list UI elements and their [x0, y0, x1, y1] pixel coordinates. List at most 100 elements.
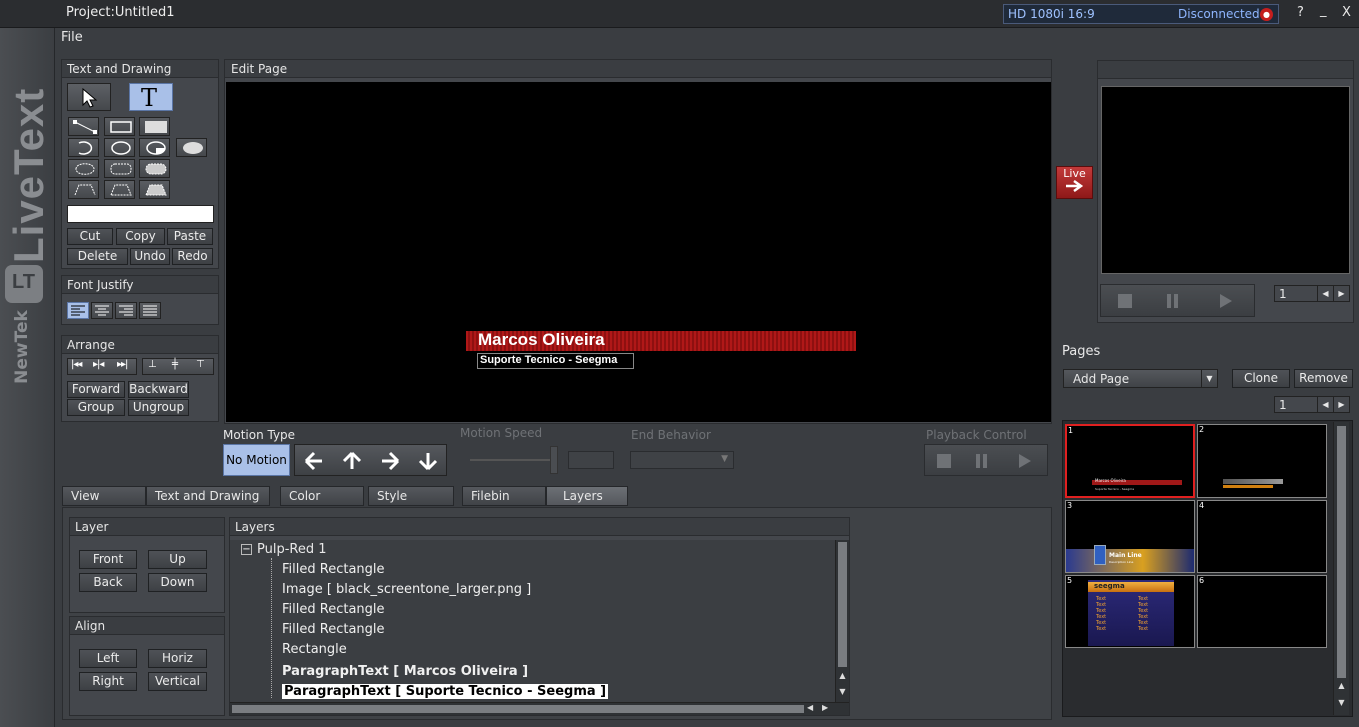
layer-item[interactable]: Filled Rectangle — [282, 562, 385, 577]
add-page-select[interactable]: Add Page ▼ — [1063, 369, 1218, 388]
no-motion-button[interactable]: No Motion — [223, 444, 290, 476]
page-thumb-6[interactable]: 6 — [1197, 575, 1327, 648]
scroll-up-icon[interactable]: ▲ — [1334, 681, 1349, 690]
play-icon[interactable] — [1218, 293, 1234, 309]
tab-filebin[interactable]: Filebin — [462, 486, 546, 506]
back-button[interactable]: Back — [79, 573, 137, 592]
pages-vscroll-thumb[interactable] — [1337, 426, 1346, 678]
page-thumb-1[interactable]: 1 Marcos Oliveira Suporte Tecnico - Seeg… — [1065, 424, 1195, 498]
layer-item[interactable]: Image [ black_screentone_larger.png ] — [282, 582, 531, 597]
pages-page-number[interactable]: 1 — [1279, 398, 1287, 412]
line-tool[interactable] — [68, 117, 99, 136]
align-right-button[interactable]: Right — [79, 672, 137, 691]
justify-right-button[interactable] — [115, 302, 137, 319]
live-page-number[interactable]: 1 — [1279, 287, 1287, 301]
layer-item[interactable]: Rectangle — [282, 642, 347, 657]
page-thumb-3[interactable]: 3 Main Line Description Line — [1065, 500, 1195, 573]
pages-vscrollbar[interactable]: ▲ ▼ — [1333, 422, 1349, 715]
ungroup-button[interactable]: Ungroup — [128, 399, 189, 416]
arrow-down-icon[interactable] — [418, 451, 438, 471]
lower-third-subtitle-box[interactable]: Suporte Tecnico - Seegma — [477, 353, 634, 369]
backward-button[interactable]: Backward — [128, 381, 189, 398]
tab-color[interactable]: Color — [280, 486, 364, 506]
help-button[interactable]: ? — [1297, 5, 1304, 20]
pointer-tool[interactable] — [67, 83, 111, 111]
scroll-left-icon[interactable]: ◀ — [807, 703, 819, 712]
scroll-right-icon[interactable]: ▶ — [822, 703, 834, 712]
end-behavior-select[interactable]: ▼ — [630, 451, 734, 469]
scroll-down-icon[interactable]: ▼ — [836, 687, 849, 701]
step-right-icon[interactable]: ▶ — [1333, 397, 1349, 412]
pie-tool[interactable] — [139, 138, 170, 157]
lower-third-subtitle[interactable]: Suporte Tecnico - Seegma — [480, 354, 617, 366]
close-button[interactable]: X — [1342, 5, 1351, 20]
page-thumb-4[interactable]: 4 — [1197, 500, 1327, 573]
bezier-tool[interactable] — [68, 159, 99, 178]
distribute-horizontal-group[interactable]: |◂◂ ▸|◂ ▸▸| — [67, 358, 137, 375]
arrow-right-icon[interactable] — [380, 451, 400, 471]
tab-text-and-drawing[interactable]: Text and Drawing — [146, 486, 270, 506]
play-icon[interactable] — [1017, 453, 1033, 469]
motion-speed-slider[interactable] — [550, 446, 558, 474]
live-button[interactable]: Live — [1056, 166, 1093, 199]
polygon-tool[interactable] — [104, 180, 135, 199]
stop-icon[interactable] — [937, 454, 951, 468]
scroll-down-icon[interactable]: ▼ — [1334, 698, 1349, 707]
layers-vscrollbar[interactable]: ▲ ▼ — [835, 540, 849, 702]
undo-button[interactable]: Undo — [130, 248, 170, 265]
layer-item[interactable]: ParagraphText [ Marcos Oliveira ] — [282, 664, 528, 679]
justify-left-button[interactable] — [67, 302, 89, 319]
page-thumb-5[interactable]: 5 seegma Text Text Text Text Text Text Text Te… — [1065, 575, 1195, 648]
pause-icon[interactable] — [1167, 294, 1171, 308]
layer-item[interactable]: Filled Rectangle — [282, 622, 385, 637]
paste-button[interactable]: Paste — [167, 228, 213, 245]
layers-vscroll-thumb[interactable] — [838, 542, 847, 667]
polyline-tool[interactable] — [68, 180, 99, 199]
page-thumb-2[interactable]: 2 — [1197, 424, 1327, 498]
filled-polygon-tool[interactable] — [139, 180, 170, 199]
step-right-icon[interactable]: ▶ — [1333, 286, 1349, 301]
filled-bezier-tool[interactable] — [139, 159, 170, 178]
forward-button[interactable]: Forward — [67, 381, 125, 398]
motion-speed-field[interactable] — [568, 451, 614, 469]
rounded-rect-tool[interactable] — [104, 159, 135, 178]
align-left-button[interactable]: Left — [79, 649, 137, 668]
collapse-icon[interactable]: − — [241, 544, 252, 555]
rectangle-tool[interactable] — [104, 117, 135, 136]
copy-button[interactable]: Copy — [116, 228, 165, 245]
minimize-button[interactable]: _ — [1320, 3, 1327, 18]
layer-item-selected[interactable]: ParagraphText [ Suporte Tecnico - Seegma… — [282, 684, 609, 699]
arc-tool[interactable] — [68, 138, 99, 157]
text-entry-field[interactable] — [67, 205, 214, 223]
delete-button[interactable]: Delete — [67, 248, 128, 265]
step-left-icon[interactable]: ◀ — [1317, 286, 1333, 301]
scroll-up-icon[interactable]: ▲ — [836, 671, 849, 685]
ellipse-tool[interactable] — [104, 138, 135, 157]
up-button[interactable]: Up — [148, 550, 207, 569]
stop-icon[interactable] — [1118, 294, 1132, 308]
menu-file[interactable]: File — [61, 30, 83, 45]
live-page-stepper[interactable]: 1 ◀ ▶ — [1274, 285, 1350, 302]
cut-button[interactable]: Cut — [67, 228, 113, 245]
pages-page-stepper[interactable]: 1 ◀ ▶ — [1274, 396, 1350, 413]
front-button[interactable]: Front — [79, 550, 137, 569]
tab-style[interactable]: Style — [368, 486, 454, 506]
layer-item[interactable]: Filled Rectangle — [282, 602, 385, 617]
layer-root-pulp-red[interactable]: Pulp-Red 1 — [257, 542, 327, 557]
redo-button[interactable]: Redo — [172, 248, 213, 265]
justify-full-button[interactable] — [139, 302, 161, 319]
layers-hscrollbar[interactable]: ◀ ▶ — [230, 702, 849, 715]
edit-canvas[interactable]: Marcos Oliveira Suporte Tecnico - Seegma — [226, 82, 1051, 422]
step-left-icon[interactable]: ◀ — [1317, 397, 1333, 412]
arrow-up-icon[interactable] — [342, 451, 362, 471]
tab-view[interactable]: View — [62, 486, 146, 506]
distribute-vertical-group[interactable]: ⊥ ╪ ⊤ — [142, 358, 214, 375]
pause-icon[interactable] — [976, 454, 980, 468]
clone-button[interactable]: Clone — [1232, 369, 1290, 388]
tab-layers[interactable]: Layers — [546, 486, 628, 506]
filled-rectangle-tool[interactable] — [139, 117, 170, 136]
align-vertical-button[interactable]: Vertical — [148, 672, 207, 691]
lower-third-name[interactable]: Marcos Oliveira — [478, 330, 605, 350]
group-button[interactable]: Group — [67, 399, 125, 416]
lower-third-red-bar[interactable]: Marcos Oliveira — [466, 330, 856, 351]
